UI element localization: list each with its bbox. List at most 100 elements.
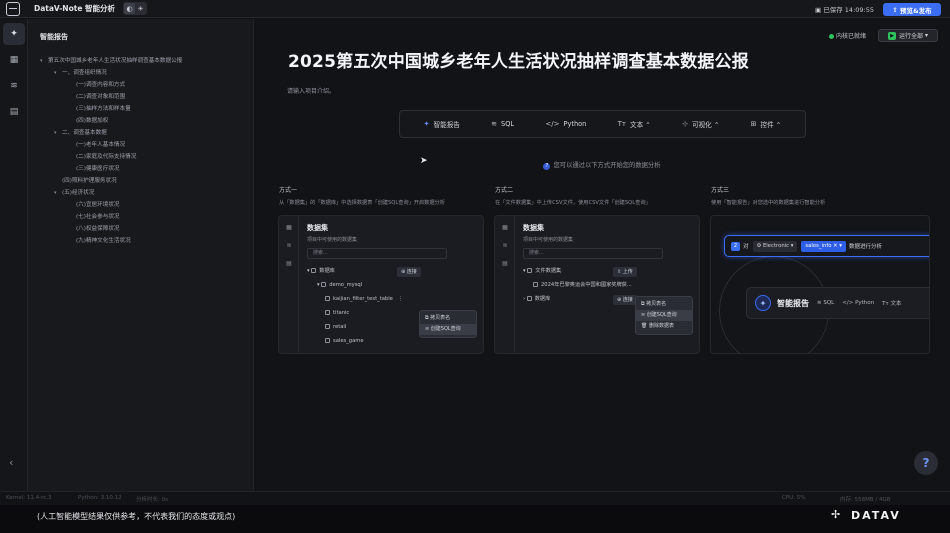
dataset-search-input[interactable]: 搜索...	[307, 248, 447, 259]
outline-item[interactable]: (六)宜居环境状况	[28, 199, 254, 211]
more-icon[interactable]: ⋮	[393, 296, 403, 302]
rail-table-icon[interactable]: ▤	[3, 101, 25, 123]
insert-toolbar: ✦ 智能报告 ≋ SQL </> Python Tт 文本 ⌃ ⊹ 可视化 ⌃ ⊞ 控件 ⌃	[399, 110, 806, 138]
toolbar-item-label: 智能报告	[433, 121, 460, 129]
toolbar-item-text[interactable]: Tт 文本 ⌃	[618, 119, 651, 129]
card-icon-rail: ▦ ≋ ▤	[495, 216, 515, 353]
app-title: DataV-Note 智能分析	[34, 4, 116, 13]
connect-button[interactable]: ⊕ 连接	[397, 267, 421, 277]
outline-item-label: (四)数据加权	[76, 118, 109, 124]
rail-grid-icon[interactable]: ▦	[3, 49, 25, 71]
expand-caret-icon[interactable]: ▾	[54, 127, 57, 139]
python-option[interactable]: </> Python	[842, 300, 874, 306]
menu-label: 创建SQL查询	[430, 326, 461, 332]
start-hint: ? 您可以通过以下方式开始您的数据分析	[254, 160, 950, 170]
dataset-selector[interactable]: 2 对 ⚙ Electronic ▾ sales_info ✕ ▾ 数据进行分析	[724, 235, 929, 257]
outline-item[interactable]: (一)调查内容和方式	[28, 79, 254, 91]
preview-publish-button[interactable]: ⇪ 预览&发布	[883, 3, 941, 16]
widget-icon: ⊞	[750, 120, 757, 128]
create-sql-query-item[interactable]: ≋ 创建SQL查询	[420, 324, 476, 335]
outline-item[interactable]: ▾ (五)经济状况	[28, 187, 254, 199]
create-sql-query-item[interactable]: ≋ 创建SQL查询	[636, 310, 692, 321]
document-title[interactable]: 2025第五次中国城乡老年人生活状况抽样调查基本数据公报	[288, 47, 749, 72]
rail-database-icon[interactable]: ≋	[3, 75, 25, 97]
outline-item[interactable]: (二)调查对象和范围	[28, 91, 254, 103]
sql-option[interactable]: ≋ SQL	[817, 300, 834, 306]
collapse-chevron-icon[interactable]: ‹	[9, 456, 13, 469]
method-3-card: 2 对 ⚙ Electronic ▾ sales_info ✕ ▾ 数据进行分析…	[710, 215, 930, 354]
copy-table-name-item[interactable]: ⧉ 拷贝表名	[420, 313, 476, 324]
outline-item-label: (五)经济状况	[62, 190, 95, 196]
tree-row[interactable]: › 数据库	[523, 295, 550, 304]
outline-item[interactable]: (三)健康医疗状况	[28, 163, 254, 175]
outline-item[interactable]: (一)老年人基本情况	[28, 139, 254, 151]
dataset-search-input[interactable]: 搜索...	[523, 248, 663, 259]
table-icon	[325, 338, 330, 343]
toolbar-item-code[interactable]: </> Python	[545, 120, 586, 128]
expand-caret-icon[interactable]: ▾	[54, 187, 57, 199]
option-label: SQL	[823, 300, 835, 306]
outline-item[interactable]: (二)家庭及代际支持情况	[28, 151, 254, 163]
tree-row[interactable]: 2024年巴黎奥运会中国和國家奖牌获...	[533, 281, 632, 290]
tree-row[interactable]: retail	[325, 323, 346, 332]
toolbar-item-chart[interactable]: ⊹ 可视化 ⌃	[682, 119, 719, 129]
theme-toggle[interactable]: ◐ ☀	[123, 2, 148, 15]
expand-caret-icon[interactable]: ▾	[40, 55, 43, 67]
outline-item-label: (二)调查对象和范围	[76, 94, 126, 100]
source-chip[interactable]: ⚙ Electronic ▾	[752, 240, 798, 252]
toolbar-item-ai-report[interactable]: ✦ 智能报告	[424, 119, 460, 129]
kernel-status-text: 内核已就绪	[836, 33, 867, 40]
dataset-title: 数据集	[307, 224, 328, 232]
outline-item[interactable]: (三)抽样方法和样本量	[28, 103, 254, 115]
tree-row[interactable]: ▾ demo_mysql	[317, 281, 362, 290]
outline-item-label: (一)老年人基本情况	[76, 142, 126, 148]
delete-table-item[interactable]: 🗑 删除数据表	[636, 321, 692, 332]
outline-item[interactable]: ▾ 第五次中国城乡老年人生活状况抽样调查基本数据公报	[28, 55, 254, 67]
copy-table-name-item[interactable]: ⧉ 拷贝表名	[636, 299, 692, 310]
dark-mode-icon[interactable]: ◐	[124, 3, 136, 14]
outline-title: 智能报告	[40, 33, 68, 41]
outline-item-label: (七)社会参与状况	[76, 214, 120, 220]
run-all-button[interactable]: ▶ 运行全部 ▾	[878, 29, 938, 42]
tree-row[interactable]: kaijian_filter_test_table ⋮	[325, 295, 403, 304]
connect-button[interactable]: ⊕ 连接	[613, 295, 637, 305]
tree-row[interactable]: titanic	[325, 309, 349, 318]
intro-input[interactable]: 请输入项目介绍。	[287, 86, 335, 95]
toolbar-item-label: SQL	[501, 120, 515, 128]
tree-row[interactable]: ▾ 数据库	[307, 267, 335, 276]
outline-panel: 智能报告 ▾ 第五次中国城乡老年人生活状况抽样调查基本数据公报 ▾ 一、调查组织情况 (…	[28, 19, 254, 491]
python-version: Python: 3.10.12	[78, 495, 122, 501]
method-3-desc: 使用「智能报告」对您选中的数据集进行智能分析	[711, 200, 826, 206]
ai-report-panel[interactable]: ✦ 智能报告 ≋ SQL </> Python Tт 文本	[746, 287, 929, 319]
expand-caret-icon[interactable]: ▾	[54, 67, 57, 79]
pair-label: 对	[743, 244, 749, 250]
kernel-version: Kernel: 11.4-rc.3	[6, 495, 52, 501]
tree-row[interactable]: ▾ 文件数据集	[523, 267, 561, 276]
outline-item[interactable]: ▾ 一、调查组织情况	[28, 67, 254, 79]
toolbar-item-widget[interactable]: ⊞ 控件 ⌃	[751, 119, 782, 129]
table-chip[interactable]: sales_info ✕ ▾	[801, 240, 846, 252]
tree-row[interactable]: sales_game	[325, 337, 364, 346]
code-icon: </>	[545, 120, 560, 128]
toolbar-item-database[interactable]: ≋ SQL	[491, 120, 514, 128]
method-2-label: 方式二	[495, 187, 514, 194]
app-logo-icon[interactable]	[6, 1, 20, 16]
grid-icon: ▦	[286, 224, 292, 231]
help-button[interactable]: ?	[914, 451, 938, 475]
outline-item[interactable]: (四)照料护理服务状况	[28, 175, 254, 187]
outline-item[interactable]: (七)社会参与状况	[28, 211, 254, 223]
publish-label: 预览&发布	[900, 6, 932, 15]
save-status-text: 已保存 14:09:55	[823, 6, 874, 14]
datav-logo-icon: ✢	[831, 508, 841, 521]
run-dropdown-icon[interactable]: ▾	[923, 32, 928, 39]
light-mode-icon[interactable]: ☀	[135, 3, 146, 14]
upload-button[interactable]: ⇪ 上传	[613, 267, 637, 277]
text-option[interactable]: Tт 文本	[882, 299, 901, 307]
outline-item[interactable]: ▾ 二、调查基本数据	[28, 127, 254, 139]
folder-icon	[527, 268, 533, 273]
rail-ai-report-icon[interactable]: ✦	[3, 23, 25, 45]
outline-item[interactable]: (八)权益保障状况	[28, 223, 254, 235]
outline-item[interactable]: (九)精神文化生活状况	[28, 235, 254, 247]
database-icon	[321, 282, 327, 287]
outline-item[interactable]: (四)数据加权	[28, 115, 254, 127]
